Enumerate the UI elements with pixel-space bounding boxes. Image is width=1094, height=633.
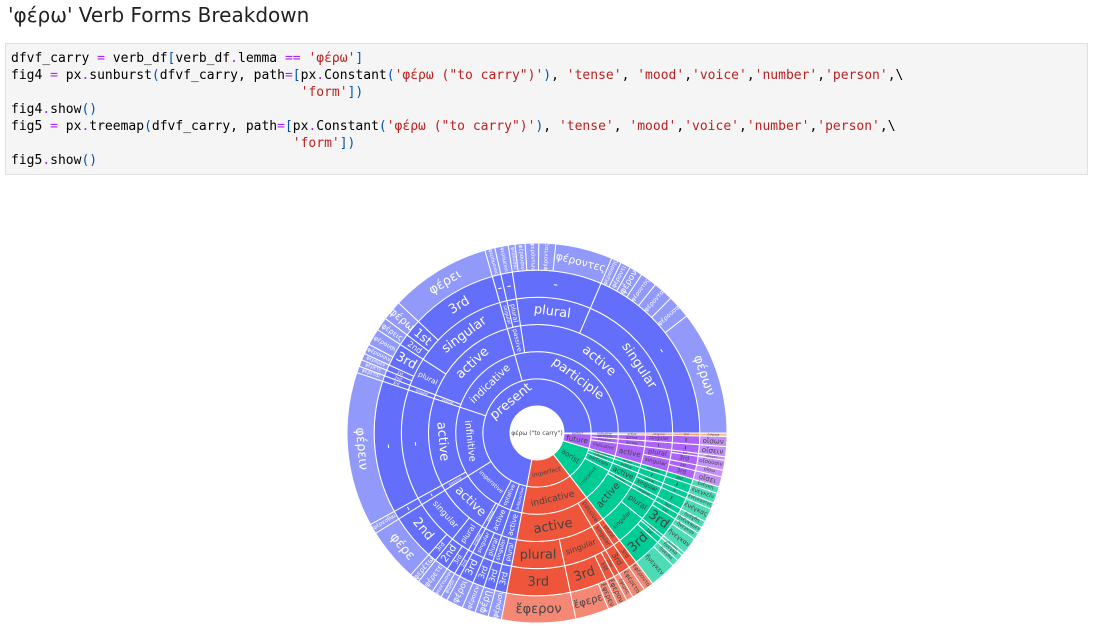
sunburst-label: φέροντας xyxy=(542,243,550,270)
code-line: fig5.show() xyxy=(11,152,903,169)
code-token: ( xyxy=(144,119,152,134)
code-token: , xyxy=(543,119,559,134)
code-token: 'form' xyxy=(292,136,340,151)
sunburst-label: 3rd xyxy=(684,432,689,436)
code-token: ]) xyxy=(339,136,356,151)
code-token: verb_df xyxy=(104,51,168,66)
code-token: 'number' xyxy=(746,119,810,134)
code-token: ,\ xyxy=(887,68,904,83)
code-token: px xyxy=(292,119,309,134)
code-token: = xyxy=(277,119,285,134)
code-token: 'φέρω ("to carry")' xyxy=(386,119,536,134)
code-token: , xyxy=(746,68,755,83)
code-token: ( xyxy=(378,119,387,134)
code-token: ] xyxy=(355,51,364,66)
code-token: verb_df xyxy=(175,51,231,66)
code-token: = xyxy=(284,68,293,83)
code-token: 'φέρω' xyxy=(308,51,356,66)
code-token: ( xyxy=(386,68,395,83)
code-token: px xyxy=(57,68,82,83)
code-token: , xyxy=(613,119,630,134)
code-token: . xyxy=(42,153,51,168)
code-token: 'tense' xyxy=(558,119,614,134)
code-token: dfvf_carry xyxy=(11,51,98,66)
code-token: show xyxy=(50,102,82,117)
code-token: fig5 xyxy=(11,119,51,134)
code-token: , xyxy=(621,68,638,83)
sunburst-label: ἔφερον xyxy=(515,602,561,617)
code-token: 'person' xyxy=(817,119,880,134)
code-token: 'φέρω ("to carry")' xyxy=(394,68,544,83)
code-token: () xyxy=(81,153,98,168)
sunburst-label: indicative xyxy=(597,432,612,436)
sunburst-label: plural xyxy=(520,547,557,562)
code-token: fig4 xyxy=(11,102,43,117)
code-token: , xyxy=(676,119,685,134)
code-line: 'form']) xyxy=(11,135,903,152)
code-token: ,\ xyxy=(879,119,896,134)
code-token: 'mood' xyxy=(629,119,677,134)
code-token: , xyxy=(738,119,747,134)
code-token: ( xyxy=(151,68,160,83)
sunburst-label: φέρω ("to carry") xyxy=(511,430,562,437)
sunburst-label: singular xyxy=(653,432,666,436)
sunburst-label: οἴσων xyxy=(702,436,724,446)
code-token: = xyxy=(50,68,58,83)
code-token: . xyxy=(316,68,325,83)
code-line: fig5 = px.treemap(dfvf_carry, path=[px.C… xyxy=(11,118,903,135)
code-token: . xyxy=(230,51,238,66)
code-token: . xyxy=(42,102,51,117)
code-token: show xyxy=(50,153,82,168)
code-token: Constant xyxy=(316,119,379,134)
code-token: 'voice' xyxy=(692,68,747,83)
code-token: dfvf_carry, path xyxy=(151,119,278,134)
sunburst-label: φερόντων xyxy=(529,243,537,271)
code-token: , xyxy=(551,68,567,83)
code-token: 'tense' xyxy=(566,68,622,83)
sunburst-label: active xyxy=(627,432,636,436)
code-token: = xyxy=(50,119,58,134)
code-line: fig4.show() xyxy=(11,101,903,118)
code-token: Constant xyxy=(324,68,387,83)
code-line: 'form']) xyxy=(11,84,903,101)
code-token: lemma xyxy=(238,51,285,66)
page-title: 'φέρω' Verb Forms Breakdown xyxy=(8,3,310,27)
code-token: ]) xyxy=(347,85,364,100)
code-cell[interactable]: dfvf_carry = verb_df[verb_df.lemma == 'φ… xyxy=(5,43,1088,175)
code-token: 'person' xyxy=(825,68,888,83)
sunburst-label: ἐνήνοχε xyxy=(707,433,719,437)
code-token: , xyxy=(817,68,826,83)
code-token: fig5 xyxy=(11,153,43,168)
code-token: ) xyxy=(543,68,552,83)
code-token: dfvf_carry, path xyxy=(159,68,285,83)
code-token: px xyxy=(300,68,317,83)
code-line: dfvf_carry = verb_df[verb_df.lemma == 'φ… xyxy=(11,50,903,67)
code-token: () xyxy=(81,102,98,117)
code-token: == xyxy=(284,51,301,66)
code-token: 'number' xyxy=(754,68,818,83)
code-editor[interactable]: dfvf_carry = verb_df[verb_df.lemma == 'φ… xyxy=(11,50,903,169)
sunburst-label: perfect xyxy=(572,431,584,435)
code-token: treemap xyxy=(89,119,145,134)
code-token: [ xyxy=(284,119,293,134)
sunburst-label: 3rd xyxy=(527,575,549,590)
code-token: px xyxy=(57,119,82,134)
sunburst-chart[interactable]: φέρω ("to carry")present participleactive… xyxy=(0,180,1094,633)
code-token: = xyxy=(97,51,105,66)
code-token: fig4 xyxy=(11,68,51,83)
code-token: 'voice' xyxy=(684,119,739,134)
code-token: 'mood' xyxy=(637,68,685,83)
code-token: 'form' xyxy=(300,85,348,100)
code-token: , xyxy=(684,68,693,83)
code-line: fig4 = px.sunburst(dfvf_carry, path=[px.… xyxy=(11,67,903,84)
code-token: sunburst xyxy=(89,68,152,83)
code-token: [ xyxy=(292,68,301,83)
